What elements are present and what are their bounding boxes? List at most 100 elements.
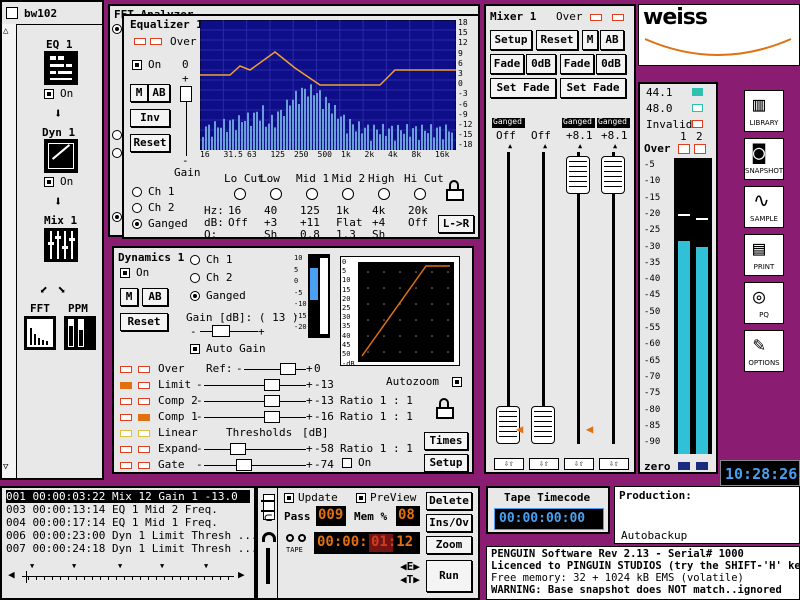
update-checkbox[interactable] (284, 493, 294, 503)
dyn-ab-button[interactable]: AB (142, 288, 168, 306)
mixer-fader-track[interactable] (542, 152, 545, 444)
eq-m-button[interactable]: M (130, 84, 148, 102)
eq-ch1-radio[interactable] (132, 187, 142, 197)
dyn-threshold-thumb[interactable] (230, 443, 246, 455)
mixer-fader-step-icon[interactable]: ⇩⇧ (564, 458, 594, 470)
timeline-track[interactable]: ◀ ▶ ▼ ▼ ▼ ▼ ▼ (8, 562, 248, 590)
mixer-fader-thumb[interactable] (566, 156, 590, 194)
eq-reset-button[interactable]: Reset (130, 134, 170, 152)
dyn-reset-button[interactable]: Reset (120, 313, 168, 331)
eq-ganged-radio[interactable] (132, 219, 142, 229)
sample-button[interactable]: ∿ SAMPLE (744, 186, 784, 228)
log-row[interactable]: 001 00:00:03:22 Mix 12 Gain 1 -13.0 (6, 490, 250, 503)
mixer-fader-step-icon[interactable]: ⇩⇧ (494, 458, 524, 470)
mixer-fader-track[interactable] (507, 152, 510, 444)
timeline-back-icon[interactable]: ◀ (8, 568, 15, 581)
dyn-threshold-thumb[interactable] (236, 459, 252, 471)
dyn-threshold-track[interactable] (244, 369, 306, 370)
eq-lr-button[interactable]: L->R (438, 215, 474, 233)
dyn-threshold-thumb[interactable] (264, 379, 280, 391)
meter-zero-led-1[interactable] (678, 462, 690, 470)
eq-band-q[interactable]: 1.3 (336, 228, 356, 241)
meter-zero-led-2[interactable] (696, 462, 708, 470)
eq-band-knob[interactable] (306, 188, 318, 200)
mixer-fader-thumb[interactable] (601, 156, 625, 194)
delete-button[interactable]: Delete (426, 492, 472, 510)
eq-inv-button[interactable]: Inv (130, 109, 170, 127)
log-row[interactable]: 007 00:00:24:18 Dyn 1 Limit Thresh ... (6, 542, 258, 555)
snapshot-button[interactable]: ◙ SNAPSHOT (744, 138, 784, 180)
dyn-gain-slider-thumb[interactable] (212, 325, 230, 337)
run-button[interactable]: Run (426, 560, 472, 592)
scroll-down-icon[interactable]: ▽ (3, 462, 8, 472)
timeline-marker-icon[interactable]: ▼ (30, 562, 34, 570)
mixer-ab-button[interactable]: AB (600, 30, 624, 50)
mixer-0db-button-1[interactable]: 0dB (526, 54, 556, 74)
mixer-fader-thumb[interactable] (531, 406, 555, 444)
timeline-marker-icon[interactable]: ▼ (72, 562, 76, 570)
dyn-gate-on-checkbox[interactable] (342, 458, 352, 468)
mixer-fader-step-icon[interactable]: ⇩⇧ (529, 458, 559, 470)
mixer-setup-button[interactable]: Setup (490, 30, 532, 50)
log-row[interactable]: 003 00:00:13:14 EQ 1 Mid 2 Freq. (6, 503, 250, 516)
dyn-setup-button[interactable]: Setup (424, 454, 468, 472)
dyn-threshold-track[interactable] (204, 401, 306, 402)
mixer-fade-button-2[interactable]: Fade (560, 54, 594, 74)
timeline-marker-icon[interactable]: ▼ (204, 562, 208, 570)
eq-band-knob[interactable] (234, 188, 246, 200)
print-button[interactable]: ▤ PRINT (744, 234, 784, 276)
fft-module-icon[interactable] (24, 316, 56, 350)
mixer-0db-button-2[interactable]: 0dB (596, 54, 626, 74)
timeline-marker-icon[interactable]: ▼ (160, 562, 164, 570)
dyn-threshold-track[interactable] (204, 449, 306, 450)
eq-band-db[interactable]: Off (228, 216, 248, 229)
eq-spectrum-plot[interactable] (200, 20, 456, 150)
dyn-on-checkbox[interactable] (44, 177, 54, 187)
dyn-threshold-thumb[interactable] (264, 411, 280, 423)
eq-band-knob[interactable] (270, 188, 282, 200)
edit-marks-icon[interactable]: ◀E▶ ◀T▶ (400, 560, 422, 594)
timeline-forward-icon[interactable]: ▶ (238, 568, 245, 581)
dyn-row-ratio[interactable]: Ratio 1 : 1 (340, 394, 413, 407)
insov-button[interactable]: Ins/Ov (426, 514, 472, 532)
zoom-button[interactable]: Zoom (426, 536, 472, 554)
dyn-autozoom-checkbox[interactable] (452, 377, 462, 387)
eq-band-knob[interactable] (414, 188, 426, 200)
ppm-module-icon[interactable] (64, 316, 96, 350)
chain-close-box[interactable] (6, 7, 18, 19)
timeline-marker-icon[interactable]: ▼ (118, 562, 122, 570)
mixer-reset-button[interactable]: Reset (536, 30, 578, 50)
eq-ch2-radio[interactable] (132, 203, 142, 213)
eq-ab-button[interactable]: AB (148, 84, 170, 102)
eq-gain-slider-thumb[interactable] (180, 86, 192, 102)
dyn-ganged-radio[interactable] (190, 291, 200, 301)
eq-lock-icon[interactable] (446, 180, 464, 202)
magnet-record-icon[interactable] (262, 532, 278, 548)
dyn-transfer-graph[interactable] (340, 256, 460, 366)
log-row[interactable]: 004 00:00:17:14 EQ 1 Mid 1 Freq. (6, 516, 250, 529)
mixer-channel-header[interactable] (527, 118, 560, 128)
dyn-autogain-checkbox[interactable] (190, 344, 200, 354)
options-button[interactable]: ✎ OPTIONS (744, 330, 784, 372)
library-button[interactable]: ▥ LIBRARY (744, 90, 784, 132)
timeline-cursor[interactable] (26, 571, 27, 583)
dyn-threshold-track[interactable] (204, 385, 306, 386)
dyn-ch1-radio[interactable] (190, 255, 200, 265)
preview-checkbox[interactable] (356, 493, 366, 503)
mixer-fade-button-1[interactable]: Fade (490, 54, 524, 74)
dyn-ch2-radio[interactable] (190, 273, 200, 283)
chain-scrollbar[interactable]: △ ▽ (2, 24, 17, 478)
eq-module-icon[interactable] (44, 51, 78, 85)
mix-module-icon[interactable] (44, 228, 78, 262)
mixer-m-button[interactable]: M (582, 30, 598, 50)
tape-icon[interactable] (286, 532, 308, 546)
mixer-setfade-button-1[interactable]: Set Fade (490, 78, 556, 98)
eq-on-checkbox[interactable] (132, 60, 142, 70)
dyn-threshold-track[interactable] (204, 465, 306, 466)
dyn-threshold-track[interactable] (204, 417, 306, 418)
scroll-up-icon[interactable]: △ (3, 26, 8, 36)
eq-band-q[interactable]: Sh (264, 228, 277, 241)
dyn-lock-icon[interactable] (436, 398, 454, 420)
mixer-setfade-button-2[interactable]: Set Fade (560, 78, 626, 98)
dyn-row-ratio[interactable]: Ratio 1 : 1 (340, 410, 413, 423)
